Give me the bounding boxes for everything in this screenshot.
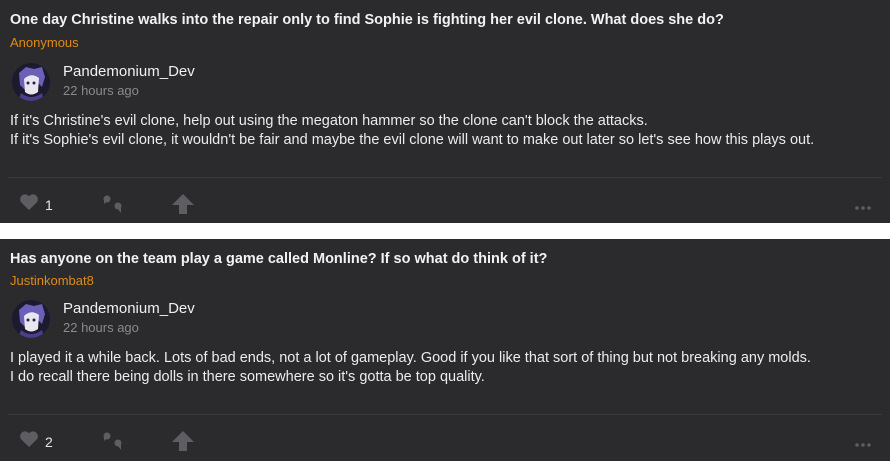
upvote-arrow-icon[interactable] (171, 193, 195, 220)
heart-icon (19, 193, 39, 216)
answer-line: If it's Christine's evil clone, help out… (10, 113, 648, 129)
quote-icon[interactable] (101, 193, 125, 220)
post-timestamp: 22 hours ago (63, 83, 139, 98)
post-actions: 2 (0, 427, 890, 455)
asker-name[interactable]: Anonymous (10, 35, 79, 50)
quote-icon[interactable] (101, 430, 125, 457)
author-name[interactable]: Pandemonium_Dev (63, 300, 195, 317)
post-actions: 1 (0, 190, 890, 218)
author-name[interactable]: Pandemonium_Dev (63, 63, 195, 80)
post-timestamp: 22 hours ago (63, 320, 139, 335)
answer-line: If it's Sophie's evil clone, it wouldn't… (10, 132, 815, 148)
avatar[interactable] (12, 300, 50, 338)
like-button[interactable]: 1 (19, 193, 53, 216)
answer-body: If it's Christine's evil clone, help out… (10, 112, 876, 150)
divider (8, 177, 882, 178)
more-dots-icon[interactable] (854, 198, 872, 216)
answer-line: I do recall there being dolls in there s… (10, 369, 485, 385)
question-text: Has anyone on the team play a game calle… (10, 251, 548, 267)
divider (8, 414, 882, 415)
question-text: One day Christine walks into the repair … (10, 12, 724, 28)
asker-name[interactable]: Justinkombat8 (10, 273, 94, 288)
more-dots-icon[interactable] (854, 435, 872, 453)
answer-body: I played it a while back. Lots of bad en… (10, 349, 876, 387)
avatar[interactable] (12, 63, 50, 101)
upvote-arrow-icon[interactable] (171, 430, 195, 457)
post-card: One day Christine walks into the repair … (0, 0, 890, 223)
answer-line: I played it a while back. Lots of bad en… (10, 350, 811, 366)
post-card: Has anyone on the team play a game calle… (0, 239, 890, 461)
like-button[interactable]: 2 (19, 430, 53, 453)
heart-icon (19, 430, 39, 453)
like-count: 2 (45, 433, 53, 450)
like-count: 1 (45, 196, 53, 213)
